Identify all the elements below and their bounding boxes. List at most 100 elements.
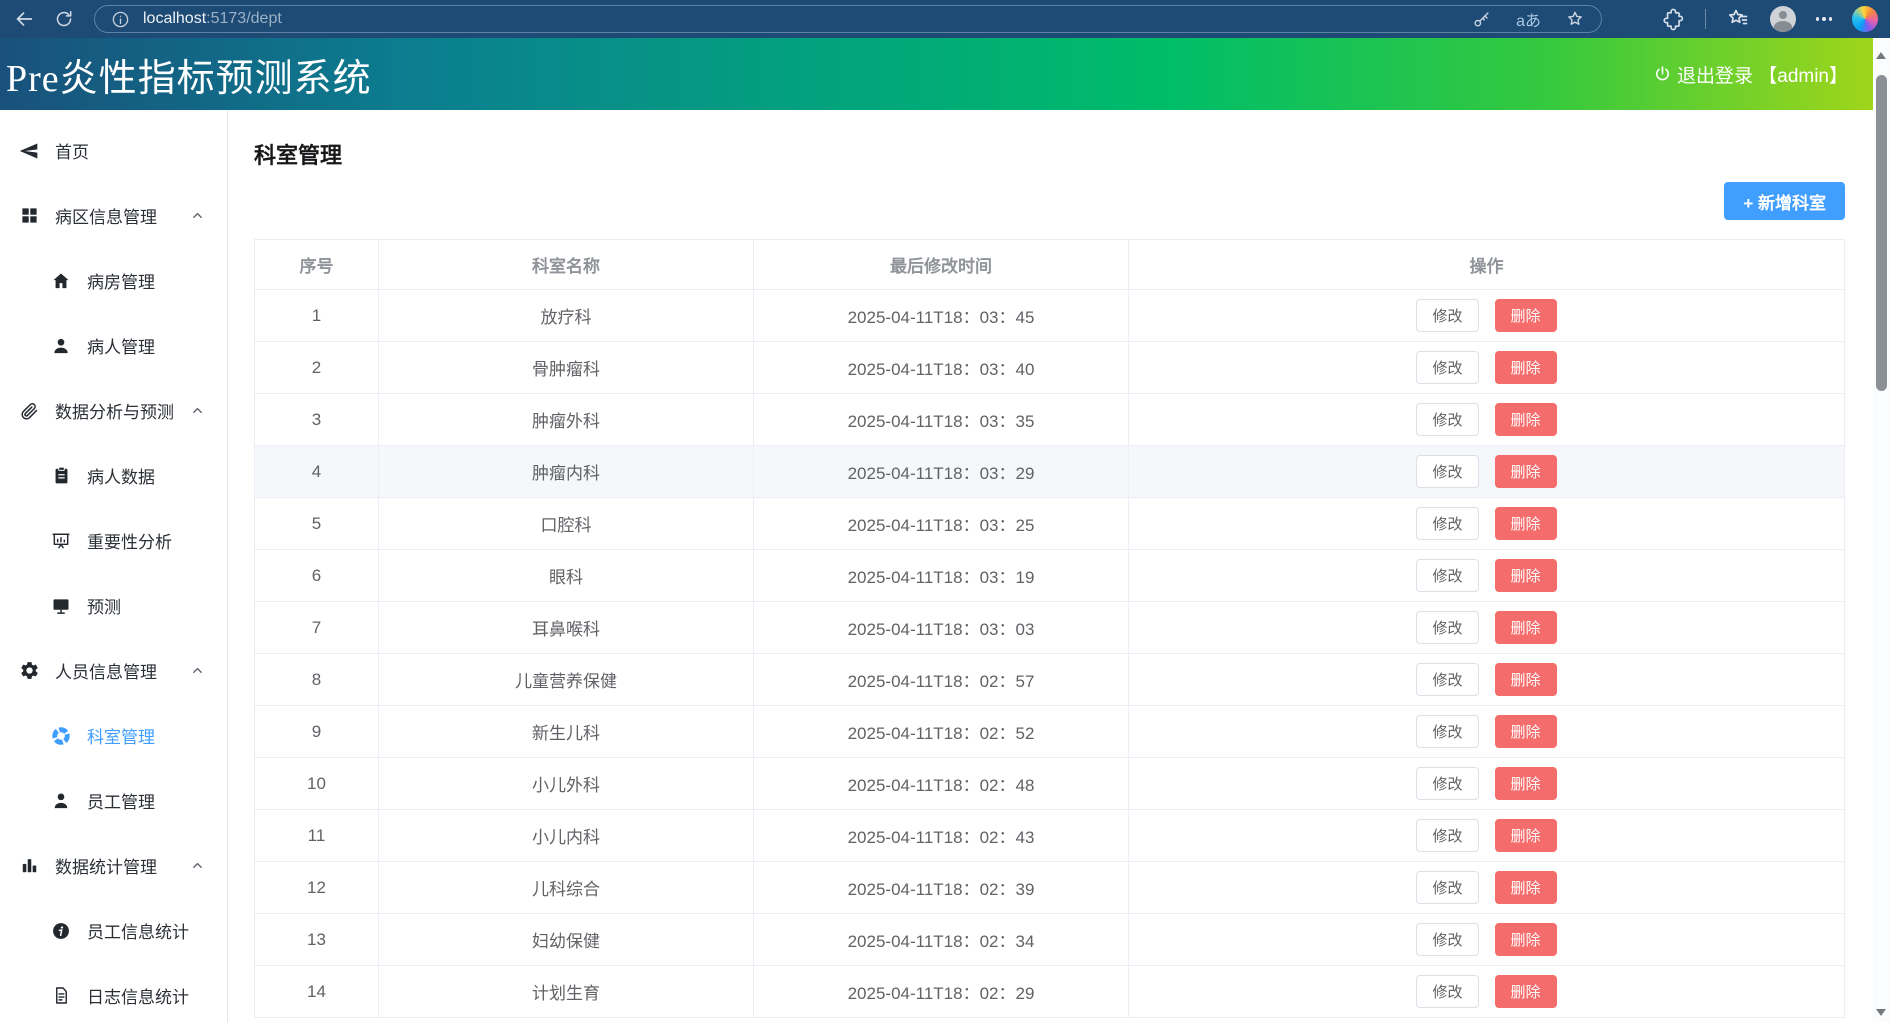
- sidebar-group-personnel-info[interactable]: 人员信息管理: [0, 638, 227, 703]
- sidebar: 首页 病区信息管理 病房管理 病人管理: [0, 110, 228, 1022]
- back-icon[interactable]: [12, 7, 36, 31]
- sidebar-item-patient-management[interactable]: 病人管理: [0, 313, 227, 378]
- sidebar-group-data-analysis[interactable]: 数据分析与预测: [0, 378, 227, 443]
- monitor-icon: [50, 595, 72, 617]
- sidebar-item-label: 病人数据: [87, 463, 155, 488]
- edit-button[interactable]: 修改: [1416, 923, 1478, 956]
- url-path: :5173/dept: [206, 10, 282, 27]
- edit-button[interactable]: 修改: [1416, 611, 1478, 644]
- table-row: 13 妇幼保健 2025-04-11T18：02：34 修改 删除: [255, 914, 1845, 966]
- paper-plane-icon: [18, 140, 40, 162]
- cell-actions: 修改 删除: [1129, 966, 1845, 1018]
- edit-button[interactable]: 修改: [1416, 767, 1478, 800]
- add-department-button[interactable]: + 新增科室: [1724, 182, 1845, 220]
- cell-modified-time: 2025-04-11T18：03：03: [754, 602, 1129, 654]
- cell-actions: 修改 删除: [1129, 342, 1845, 394]
- cell-index: 14: [255, 966, 379, 1018]
- table-row: 2 骨肿瘤科 2025-04-11T18：03：40 修改 删除: [255, 342, 1845, 394]
- cell-actions: 修改 删除: [1129, 394, 1845, 446]
- sidebar-item-label: 病区信息管理: [55, 203, 157, 228]
- cell-actions: 修改 删除: [1129, 498, 1845, 550]
- chevron-up-icon: [190, 858, 205, 873]
- sidebar-item-home[interactable]: 首页: [0, 118, 227, 183]
- sidebar-item-label: 病房管理: [87, 268, 155, 293]
- sidebar-group-ward-info[interactable]: 病区信息管理: [0, 183, 227, 248]
- delete-button[interactable]: 删除: [1495, 819, 1557, 852]
- edit-button[interactable]: 修改: [1416, 871, 1478, 904]
- sidebar-item-log-statistics[interactable]: 日志信息统计: [0, 963, 227, 1022]
- delete-button[interactable]: 删除: [1495, 299, 1557, 332]
- scrollbar-thumb[interactable]: [1876, 75, 1887, 391]
- sidebar-item-label: 预测: [87, 593, 121, 618]
- delete-button[interactable]: 删除: [1495, 455, 1557, 488]
- sidebar-item-label: 首页: [55, 138, 89, 163]
- favorites-list-icon[interactable]: [1726, 7, 1750, 31]
- delete-button[interactable]: 删除: [1495, 351, 1557, 384]
- sidebar-item-department-management[interactable]: 科室管理: [0, 703, 227, 768]
- delete-button[interactable]: 删除: [1495, 767, 1557, 800]
- table-row: 9 新生儿科 2025-04-11T18：02：52 修改 删除: [255, 706, 1845, 758]
- cell-department-name: 眼科: [379, 550, 754, 602]
- favorite-star-icon[interactable]: [1565, 9, 1585, 29]
- info-icon: [50, 920, 72, 942]
- cell-index: 4: [255, 446, 379, 498]
- sidebar-item-importance-analysis[interactable]: 重要性分析: [0, 508, 227, 573]
- edit-button[interactable]: 修改: [1416, 299, 1478, 332]
- translate-icon[interactable]: aあ: [1516, 7, 1541, 31]
- site-info-icon[interactable]: [111, 10, 130, 29]
- delete-button[interactable]: 删除: [1495, 975, 1557, 1008]
- sidebar-item-prediction[interactable]: 预测: [0, 573, 227, 638]
- cell-department-name: 计划生育: [379, 966, 754, 1018]
- copilot-icon[interactable]: [1852, 6, 1878, 32]
- cell-index: 5: [255, 498, 379, 550]
- sidebar-item-label: 员工信息统计: [87, 918, 189, 943]
- edit-button[interactable]: 修改: [1416, 455, 1478, 488]
- delete-button[interactable]: 删除: [1495, 403, 1557, 436]
- cell-index: 8: [255, 654, 379, 706]
- cell-index: 11: [255, 810, 379, 862]
- edit-button[interactable]: 修改: [1416, 663, 1478, 696]
- password-key-icon[interactable]: [1472, 9, 1492, 29]
- sidebar-item-staff-management[interactable]: 员工管理: [0, 768, 227, 833]
- chevron-up-icon: [190, 208, 205, 223]
- profile-avatar[interactable]: [1770, 6, 1796, 32]
- cell-index: 12: [255, 862, 379, 914]
- sidebar-group-statistics[interactable]: 数据统计管理: [0, 833, 227, 898]
- edit-button[interactable]: 修改: [1416, 559, 1478, 592]
- table-row: 6 眼科 2025-04-11T18：03：19 修改 删除: [255, 550, 1845, 602]
- delete-button[interactable]: 删除: [1495, 923, 1557, 956]
- table-row: 11 小儿内科 2025-04-11T18：02：43 修改 删除: [255, 810, 1845, 862]
- sidebar-item-label: 日志信息统计: [87, 983, 189, 1008]
- extensions-icon[interactable]: [1662, 8, 1685, 31]
- delete-button[interactable]: 删除: [1495, 871, 1557, 904]
- browser-menu-icon[interactable]: [1816, 17, 1833, 21]
- cell-actions: 修改 删除: [1129, 758, 1845, 810]
- page-scrollbar[interactable]: [1873, 38, 1890, 1022]
- cell-department-name: 妇幼保健: [379, 914, 754, 966]
- edit-button[interactable]: 修改: [1416, 351, 1478, 384]
- delete-button[interactable]: 删除: [1495, 559, 1557, 592]
- sidebar-item-patient-data[interactable]: 病人数据: [0, 443, 227, 508]
- edit-button[interactable]: 修改: [1416, 403, 1478, 436]
- refresh-icon[interactable]: [52, 7, 76, 31]
- cell-modified-time: 2025-04-11T18：02：52: [754, 706, 1129, 758]
- edit-button[interactable]: 修改: [1416, 975, 1478, 1008]
- edit-button[interactable]: 修改: [1416, 715, 1478, 748]
- logout-button[interactable]: 退出登录 【admin】: [1653, 61, 1848, 88]
- cell-department-name: 新生儿科: [379, 706, 754, 758]
- delete-button[interactable]: 删除: [1495, 611, 1557, 644]
- delete-button[interactable]: 删除: [1495, 715, 1557, 748]
- delete-button[interactable]: 删除: [1495, 507, 1557, 540]
- scroll-down-arrow-icon[interactable]: [1876, 1009, 1886, 1016]
- cell-department-name: 肿瘤外科: [379, 394, 754, 446]
- cell-index: 2: [255, 342, 379, 394]
- delete-button[interactable]: 删除: [1495, 663, 1557, 696]
- url-host: localhost: [143, 10, 206, 27]
- scroll-up-arrow-icon[interactable]: [1876, 52, 1886, 59]
- edit-button[interactable]: 修改: [1416, 507, 1478, 540]
- sidebar-item-staff-statistics[interactable]: 员工信息统计: [0, 898, 227, 963]
- edit-button[interactable]: 修改: [1416, 819, 1478, 852]
- sidebar-item-ward-management[interactable]: 病房管理: [0, 248, 227, 313]
- address-bar[interactable]: localhost:5173/dept aあ: [94, 5, 1602, 33]
- dept-table-body: 1 放疗科 2025-04-11T18：03：45 修改 删除 2 骨肿瘤科 2…: [255, 290, 1845, 1018]
